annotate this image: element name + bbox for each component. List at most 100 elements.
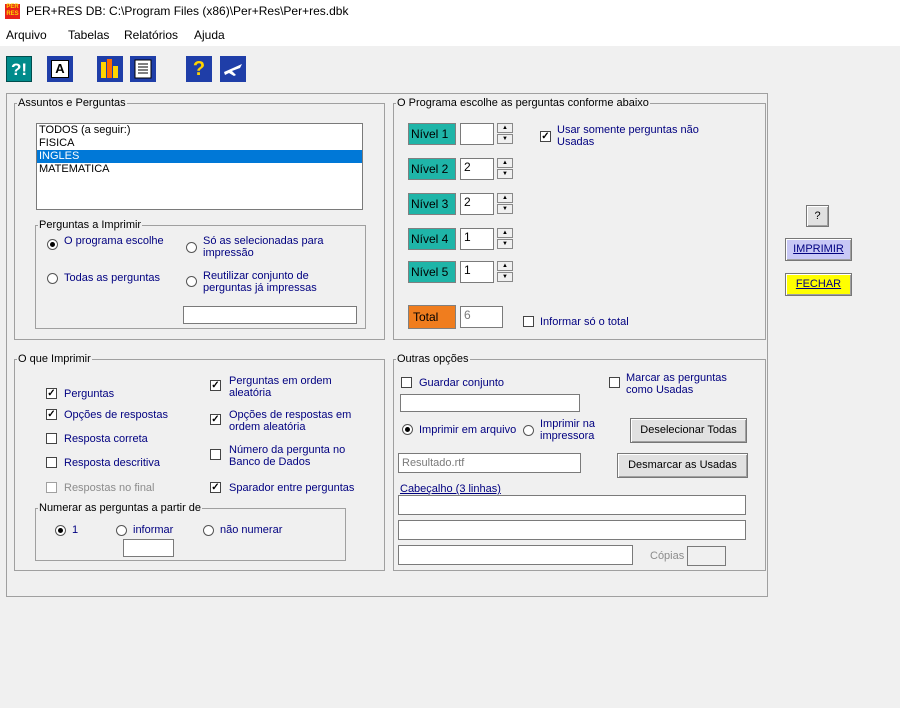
- spin-up-icon[interactable]: ▲: [497, 158, 513, 168]
- guardar-checkbox[interactable]: [401, 377, 412, 388]
- respostas-final-label: Respostas no final: [64, 482, 155, 494]
- spin-down-icon[interactable]: ▼: [497, 239, 513, 249]
- menu-relatorios[interactable]: Relatórios: [124, 28, 178, 42]
- guardar-label: Guardar conjunto: [419, 377, 504, 389]
- opt-selecionadas-radio[interactable]: [186, 242, 197, 253]
- total-field: 6: [460, 306, 503, 328]
- side-help-button[interactable]: ?: [806, 205, 829, 227]
- airplane-icon: [224, 64, 242, 76]
- copias-field: [687, 546, 726, 566]
- imprimir-impressora-label: Imprimir na impressora: [540, 418, 596, 442]
- window-title: PER+RES DB: C:\Program Files (x86)\Per+R…: [26, 4, 349, 18]
- list-item[interactable]: MATEMATICA: [37, 163, 362, 176]
- app-icon: PER RES: [5, 4, 20, 19]
- total-label: Total: [408, 305, 456, 329]
- imprimir-button[interactable]: IMPRIMIR: [785, 238, 852, 261]
- list-item[interactable]: TODOS (a seguir:): [37, 124, 362, 137]
- context-help-icon: ?!: [10, 60, 28, 79]
- list-item[interactable]: FISICA: [37, 137, 362, 150]
- nivel-4-field[interactable]: 1: [460, 228, 494, 250]
- cabecalho-label: Cabeçalho (3 linhas): [400, 483, 501, 495]
- arquivo-field[interactable]: Resultado.rtf: [398, 453, 581, 473]
- imprimir-arquivo-label: Imprimir em arquivo: [419, 424, 517, 436]
- nivel-1-field[interactable]: [460, 123, 494, 145]
- numerar-nao-label: não numerar: [220, 524, 283, 536]
- nivel-4-label: Nível 4: [408, 228, 456, 250]
- assuntos-legend: Assuntos e Perguntas: [18, 97, 126, 109]
- opt-selecionadas-label: Só as selecionadas para impressão: [203, 235, 324, 259]
- guardar-field[interactable]: [400, 394, 580, 412]
- numerar-informar-label: informar: [133, 524, 174, 536]
- help-button[interactable]: ?: [186, 56, 212, 82]
- numerar-nao-radio[interactable]: [203, 525, 214, 536]
- nivel-2-field[interactable]: 2: [460, 158, 494, 180]
- opcoes-aleatoria-checkbox[interactable]: ✓: [210, 414, 221, 425]
- nivel-5-label: Nível 5: [408, 261, 456, 283]
- marcar-usadas-checkbox[interactable]: [609, 377, 620, 388]
- spin-down-icon[interactable]: ▼: [497, 204, 513, 214]
- assuntos-list[interactable]: TODOS (a seguir:) FISICA INGLES MATEMATI…: [36, 123, 363, 210]
- numerar-legend: Numerar as perguntas a partir de: [39, 502, 202, 514]
- font-icon: A: [51, 60, 69, 78]
- report-button[interactable]: [130, 56, 156, 82]
- nivel-2-label: Nível 2: [408, 158, 456, 180]
- spin-down-icon[interactable]: ▼: [497, 169, 513, 179]
- deselecionar-button[interactable]: Deselecionar Todas: [630, 418, 747, 443]
- nivel-3-spinner[interactable]: ▲ ▼: [497, 193, 513, 215]
- opt-reutilizar-radio[interactable]: [186, 276, 197, 287]
- spin-down-icon[interactable]: ▼: [497, 134, 513, 144]
- bar-chart-icon: [101, 59, 118, 78]
- marcar-usadas-label: Marcar as perguntas como Usadas: [626, 372, 727, 396]
- perguntas-checkbox[interactable]: ✓: [46, 388, 57, 399]
- exit-button[interactable]: [220, 56, 246, 82]
- resposta-descritiva-label: Resposta descritiva: [64, 457, 160, 469]
- resposta-correta-checkbox[interactable]: [46, 433, 57, 444]
- cabecalho-line-2[interactable]: [398, 520, 746, 540]
- fechar-button[interactable]: FECHAR: [785, 273, 852, 296]
- resposta-descritiva-checkbox[interactable]: [46, 457, 57, 468]
- reutilizar-field[interactable]: [183, 306, 357, 324]
- spin-up-icon[interactable]: ▲: [497, 261, 513, 271]
- title-bar: PER RES PER+RES DB: C:\Program Files (x8…: [0, 0, 900, 24]
- numerar-informar-radio[interactable]: [116, 525, 127, 536]
- spin-up-icon[interactable]: ▲: [497, 123, 513, 133]
- ordem-aleatoria-checkbox[interactable]: ✓: [210, 380, 221, 391]
- usar-somente-checkbox[interactable]: ✓: [540, 131, 551, 142]
- informar-total-label: Informar só o total: [540, 316, 629, 328]
- spin-down-icon[interactable]: ▼: [497, 272, 513, 282]
- menu-arquivo[interactable]: Arquivo: [6, 28, 47, 42]
- spin-up-icon[interactable]: ▲: [497, 193, 513, 203]
- separador-checkbox[interactable]: ✓: [210, 482, 221, 493]
- font-button[interactable]: A: [47, 56, 73, 82]
- context-help-button[interactable]: ?!: [6, 56, 32, 82]
- chart-button[interactable]: [97, 56, 123, 82]
- imprimir-arquivo-radio[interactable]: [402, 424, 413, 435]
- informar-total-checkbox[interactable]: [523, 316, 534, 327]
- numerar-informar-field[interactable]: [123, 539, 174, 557]
- menu-tabelas[interactable]: Tabelas: [68, 28, 109, 42]
- numero-pergunta-checkbox[interactable]: [210, 449, 221, 460]
- opcoes-respostas-checkbox[interactable]: ✓: [46, 409, 57, 420]
- opt-todas-radio[interactable]: [47, 273, 58, 284]
- cabecalho-line-1[interactable]: [398, 495, 746, 515]
- opt-programa-label: O programa escolhe: [64, 235, 164, 247]
- cabecalho-line-3[interactable]: [398, 545, 633, 565]
- separador-label: Sparador entre perguntas: [229, 482, 355, 494]
- opt-programa-radio[interactable]: [47, 239, 58, 250]
- nivel-1-label: Nível 1: [408, 123, 456, 145]
- nivel-3-field[interactable]: 2: [460, 193, 494, 215]
- nivel-4-spinner[interactable]: ▲ ▼: [497, 228, 513, 250]
- numerar-1-label: 1: [72, 524, 79, 536]
- nivel-2-spinner[interactable]: ▲ ▼: [497, 158, 513, 180]
- numerar-1-radio[interactable]: [55, 525, 66, 536]
- desmarcar-button[interactable]: Desmarcar as Usadas: [617, 453, 748, 478]
- nivel-1-spinner[interactable]: ▲ ▼: [497, 123, 513, 145]
- nivel-5-spinner[interactable]: ▲ ▼: [497, 261, 513, 283]
- imprimir-impressora-radio[interactable]: [523, 425, 534, 436]
- spin-up-icon[interactable]: ▲: [497, 228, 513, 238]
- nivel-3-label: Nível 3: [408, 193, 456, 215]
- menu-ajuda[interactable]: Ajuda: [194, 28, 225, 42]
- list-item[interactable]: INGLES: [37, 150, 362, 163]
- menu-bar: Arquivo Tabelas Relatórios Ajuda: [0, 24, 900, 46]
- nivel-5-field[interactable]: 1: [460, 261, 494, 283]
